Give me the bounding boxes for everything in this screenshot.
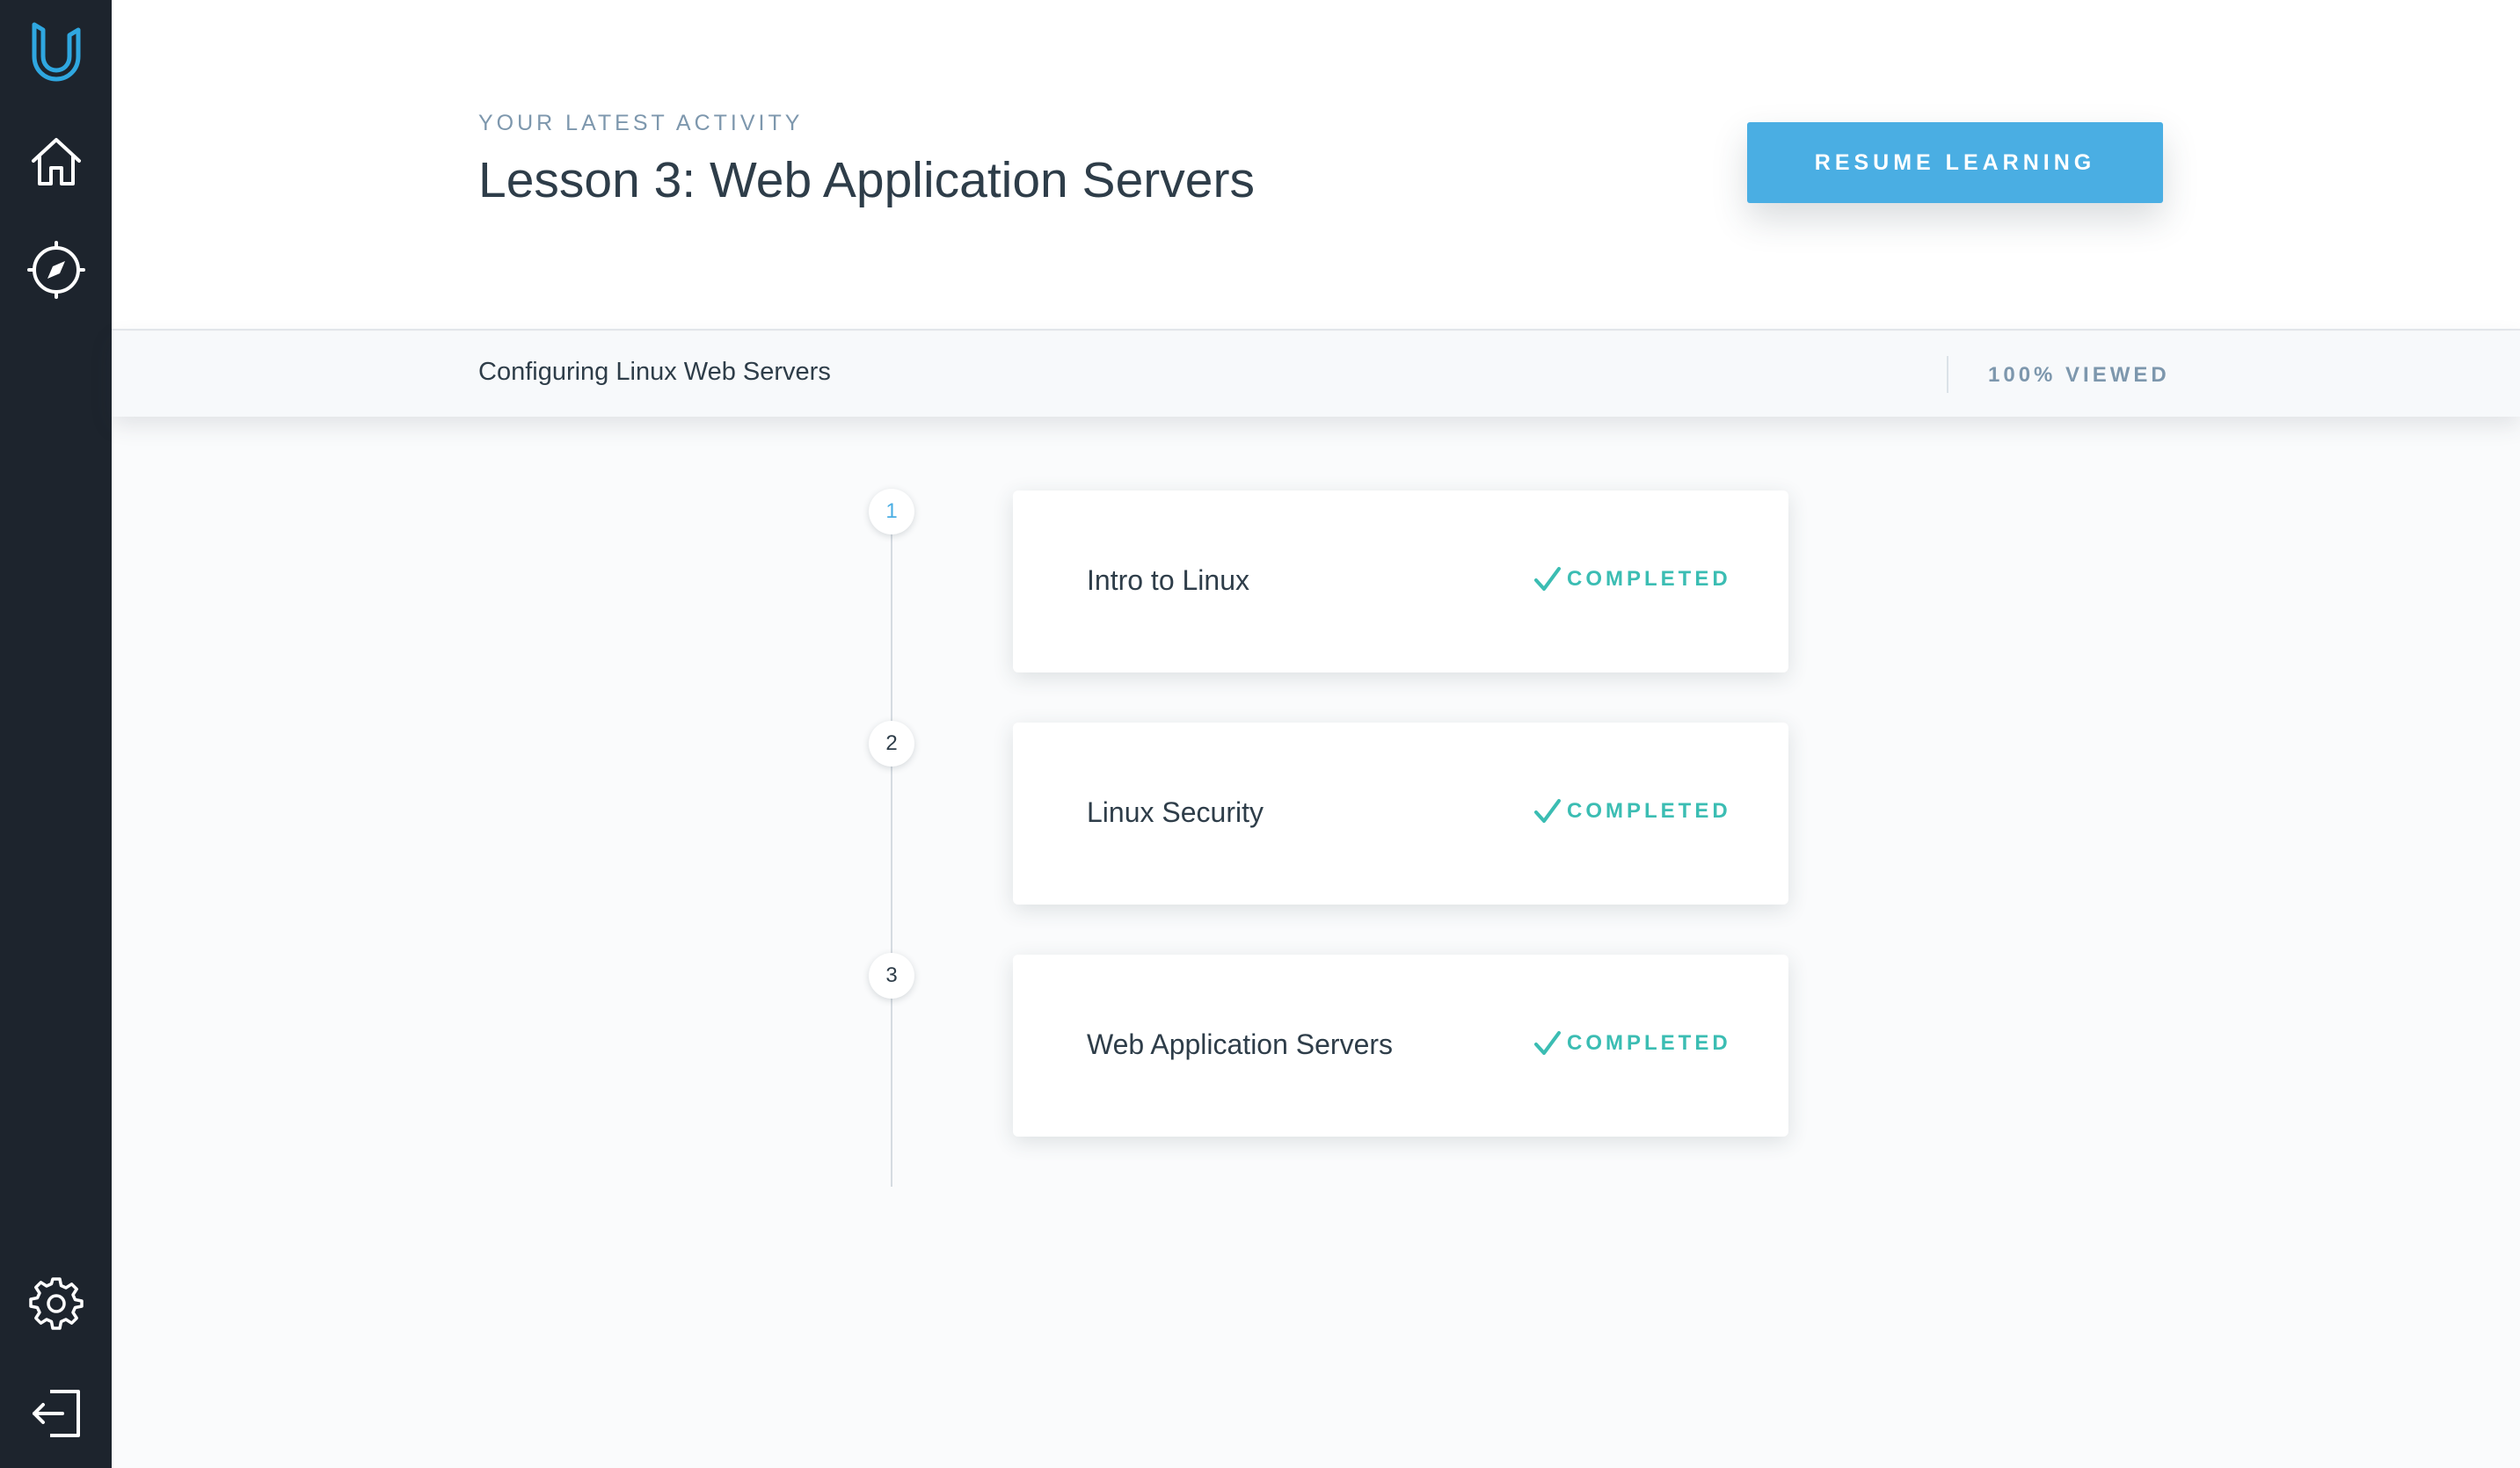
lesson-status: COMPLETED [1533,798,1731,825]
lesson-card-title: Web Application Servers [1087,1028,1394,1060]
app-root: YOUR LATEST ACTIVITY Lesson 3: Web Appli… [0,0,2520,1468]
checkmark-icon [1534,1031,1561,1055]
gear-icon[interactable] [0,1259,112,1347]
resume-learning-button[interactable]: RESUME LEARNING [1747,122,2163,203]
lesson-status-label: COMPLETED [1567,1031,1731,1055]
checkmark-icon [1534,567,1561,591]
home-icon[interactable] [0,118,112,206]
course-progress-bar: Configuring Linux Web Servers 100% VIEWE… [112,331,2520,417]
compass-icon[interactable] [0,226,112,314]
lesson-card-web-application-servers[interactable]: Web Application Servers COMPLETED [1013,955,1788,1137]
step-number-1: 1 [869,489,914,534]
sidebar [0,0,112,1468]
step-number-2: 2 [869,721,914,767]
lesson-status: COMPLETED [1533,566,1731,592]
lesson-status-label: COMPLETED [1567,567,1731,591]
course-title: Configuring Linux Web Servers [478,358,831,386]
viewed-status: 100% VIEWED [1988,363,2170,387]
latest-activity-label: YOUR LATEST ACTIVITY [478,111,804,135]
timeline-line [891,512,892,1187]
lesson-card-title: Linux Security [1087,796,1264,828]
latest-activity-header: YOUR LATEST ACTIVITY Lesson 3: Web Appli… [112,0,2520,331]
lesson-card-intro-to-linux[interactable]: Intro to Linux COMPLETED [1013,491,1788,672]
progress-divider [1947,356,1948,393]
logout-icon[interactable] [0,1370,112,1457]
lesson-title: Lesson 3: Web Application Servers [478,152,1255,208]
lesson-status-label: COMPLETED [1567,799,1731,823]
lesson-status: COMPLETED [1533,1030,1731,1057]
udacity-logo-icon[interactable] [0,7,112,95]
step-number-3: 3 [869,953,914,999]
lesson-card-title: Intro to Linux [1087,564,1249,596]
lesson-card-linux-security[interactable]: Linux Security COMPLETED [1013,723,1788,905]
checkmark-icon [1534,799,1561,823]
